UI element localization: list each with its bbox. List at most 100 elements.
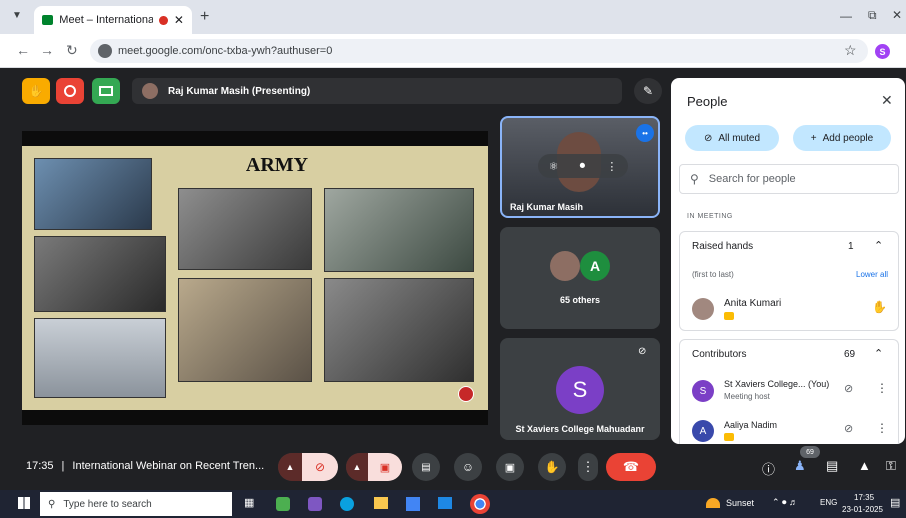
close-window-icon[interactable]: ✕ — [892, 8, 902, 22]
layout-icon — [99, 86, 113, 96]
collapse-contributors-icon[interactable]: ⌃ — [874, 347, 883, 360]
bookmark-star-icon[interactable]: ☆ — [844, 42, 857, 59]
new-tab-button[interactable]: + — [200, 8, 209, 26]
chrome-icon[interactable] — [470, 494, 490, 514]
hang-up-icon: ☎ — [622, 459, 640, 474]
raise-hand-button[interactable]: ✋ — [538, 453, 566, 481]
add-people-button[interactable]: + Add people — [793, 125, 891, 151]
tray-icons[interactable]: ⌃ ⏺ ♬ — [772, 497, 798, 508]
mic-icon[interactable]: ⏺ — [580, 160, 586, 173]
contributors-count: 69 — [844, 349, 856, 360]
others-count-label: 65 others — [559, 295, 601, 305]
mic-chevron-icon: ▲ — [278, 453, 302, 481]
camera-off-icon: ▣ — [368, 453, 402, 481]
close-panel-icon[interactable]: ✕ — [881, 92, 893, 109]
present-button[interactable]: ▣ — [496, 453, 524, 481]
meeting-title: International Webinar on Recent Tren... — [72, 460, 265, 472]
contributor2-name: Aaliya Nadim — [724, 420, 778, 430]
minimize-icon[interactable]: — — [840, 9, 852, 23]
layout-button[interactable] — [92, 78, 120, 104]
app-icon-2[interactable] — [308, 497, 322, 511]
pen-button[interactable]: ✎ — [634, 78, 662, 104]
language-indicator[interactable]: ENG — [820, 498, 837, 507]
slide-content: ARMY — [22, 146, 488, 410]
captions-button[interactable]: ▤ — [412, 453, 440, 481]
armed-robot-dog-image — [324, 278, 474, 382]
host-tile[interactable]: ⊘ S St Xaviers College Mahuadanr — [500, 338, 660, 440]
close-tab-icon[interactable]: ✕ — [174, 13, 184, 27]
site-info-icon[interactable] — [98, 44, 112, 58]
contributor1-more-icon[interactable]: ⋮ — [876, 381, 888, 395]
activities-icon[interactable]: ▲ — [858, 458, 871, 473]
battle-robots-image — [178, 188, 312, 270]
restore-icon[interactable]: ⧉ — [868, 8, 877, 23]
profile-avatar[interactable]: S — [875, 44, 890, 59]
contributor2-muted-icon: ⊘ — [844, 423, 854, 435]
people-search-field[interactable]: ⚲ Search for people — [679, 164, 899, 194]
forward-icon[interactable]: → — [40, 42, 54, 58]
raised-hand-icon[interactable]: ✋ — [872, 300, 887, 314]
taskbar-search-box[interactable]: ⚲ Type here to search — [40, 492, 232, 516]
more-options-icon[interactable]: ⋮ — [606, 160, 617, 173]
tile-hover-controls: ⚛ ⏺ ⋮ — [538, 154, 628, 178]
windows-start-icon[interactable] — [18, 497, 30, 509]
host-tile-name: St Xaviers College Mahuadanr — [515, 424, 645, 434]
tab-search-icon[interactable]: ▼ — [12, 10, 22, 21]
mic-muted-icon: ⊘ — [302, 453, 338, 481]
hand-icon: ✋ — [544, 460, 560, 474]
host-avatar: S — [556, 366, 604, 414]
mail-icon[interactable] — [438, 497, 452, 509]
store-icon[interactable] — [406, 497, 420, 511]
in-meeting-heading: IN MEETING — [687, 213, 733, 220]
presenter-bar: Raj Kumar Masih (Presenting) — [132, 78, 622, 104]
hand-off-button[interactable]: ✋ — [22, 78, 50, 104]
hand-off-icon: ✋ — [28, 84, 44, 98]
others-photo-avatar — [550, 251, 580, 281]
more-options-button[interactable]: ⋮ — [578, 453, 598, 481]
record-button[interactable] — [56, 78, 84, 104]
camera-toggle-button[interactable]: ▲ ▣ — [346, 453, 402, 481]
file-explorer-icon[interactable] — [374, 497, 388, 509]
host-controls-icon[interactable]: ⚿ — [886, 458, 896, 474]
recording-icon — [159, 15, 168, 25]
meet-control-bar: 17:35 | International Webinar on Recent … — [0, 444, 906, 490]
app-icon-1[interactable] — [276, 497, 290, 511]
people-title: People — [687, 94, 728, 109]
browser-tab[interactable]: Meet – International Webin ✕ — [34, 6, 192, 34]
others-tile[interactable]: A 65 others — [500, 227, 660, 329]
taskbar-search-icon: ⚲ — [48, 498, 56, 510]
task-view-icon[interactable]: ▦ — [244, 496, 254, 509]
notification-icon[interactable]: ▤ — [890, 496, 900, 509]
url-bar[interactable]: meet.google.com/onc-txba-ywh?authuser=0 — [90, 39, 868, 63]
all-muted-button[interactable]: ⊘ All muted — [685, 125, 779, 151]
collapse-raised-icon[interactable]: ⌃ — [874, 239, 883, 252]
chat-icon[interactable]: ▤ — [826, 458, 838, 474]
people-icon[interactable]: ♟ — [794, 458, 806, 474]
contributor1-avatar: S — [692, 380, 714, 402]
speaker-tile[interactable]: ⚛ ⏺ ⋮ •• Raj Kumar Masih — [500, 116, 660, 218]
mic-toggle-button[interactable]: ▲ ⊘ — [278, 453, 338, 481]
clock-time: 17:35 — [854, 493, 875, 502]
host-muted-icon: ⊘ — [638, 346, 647, 357]
lower-all-link[interactable]: Lower all — [856, 270, 888, 279]
contributor1-name: St Xaviers College... (You) — [724, 379, 830, 389]
leave-call-button[interactable]: ☎ — [606, 453, 656, 481]
emoji-icon: ☺ — [461, 460, 475, 474]
weather-label: Sunset — [726, 498, 755, 508]
raised-hands-label: Raised hands — [692, 241, 754, 252]
presenter-avatar — [142, 83, 158, 99]
emoji-button[interactable]: ☺ — [454, 453, 482, 481]
pin-icon[interactable]: ⚛ — [549, 160, 559, 173]
back-icon[interactable]: ← — [16, 42, 30, 58]
raised-hands-section: Raised hands 1 ⌃ (first to last) Lower a… — [679, 231, 899, 331]
mic-off-icon: ⊘ — [703, 132, 713, 144]
reload-icon[interactable]: ↻ — [66, 42, 78, 59]
pen-icon: ✎ — [642, 84, 654, 98]
contributor2-more-icon[interactable]: ⋮ — [876, 421, 888, 435]
people-count-badge: 69 — [800, 446, 820, 458]
meeting-details-icon[interactable]: ⓘ — [762, 459, 775, 478]
contributor1-muted-icon: ⊘ — [844, 383, 854, 395]
windows-taskbar: ⚲ Type here to search ▦ Sunset ⌃ ⏺ ♬ ENG… — [0, 490, 906, 518]
drone-image — [34, 318, 166, 398]
edge-icon[interactable] — [340, 497, 354, 511]
